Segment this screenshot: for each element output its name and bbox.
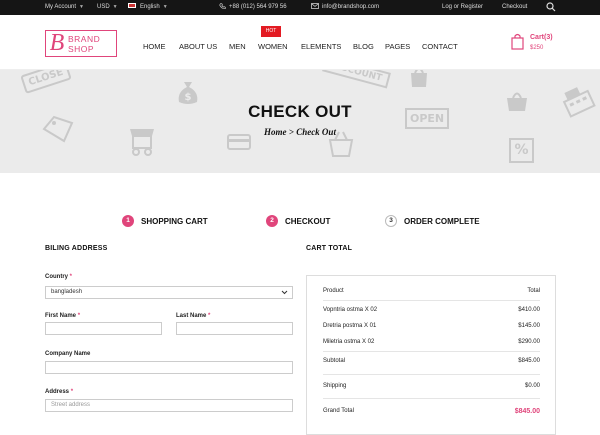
my-account-dropdown[interactable]: My Account ▼	[45, 0, 84, 15]
close-sign-icon: CLOSE	[20, 70, 72, 94]
divider	[323, 398, 540, 399]
divider	[323, 300, 540, 301]
chevron-down-icon	[281, 290, 288, 295]
cart-link[interactable]: Cart(3)	[530, 34, 553, 41]
grand-total-row: Grand Total $845.00	[323, 408, 540, 415]
subtotal-row: Subtotal $845.00	[323, 358, 540, 364]
brand-logo[interactable]: B BRAND SHOP	[45, 30, 117, 57]
nav-elements[interactable]: ELEMENTS	[301, 42, 341, 51]
breadcrumb: Home > Check Out	[264, 127, 336, 137]
flag-icon	[128, 2, 136, 8]
mail-icon	[311, 3, 319, 10]
nav-home[interactable]: HOME	[143, 42, 166, 51]
last-name-field[interactable]	[176, 322, 293, 335]
cart-item-row: Vopntria ostma X 02 $410.00	[323, 307, 540, 313]
shopping-bag-icon[interactable]	[511, 33, 524, 50]
nav-about-us[interactable]: ABOUT US	[179, 42, 217, 51]
company-field[interactable]	[45, 361, 293, 374]
shopping-bag-deco-icon	[411, 70, 427, 87]
checkout-link[interactable]: Checkout	[502, 0, 527, 15]
last-name-label: Last Name *	[176, 313, 211, 319]
nav-contact[interactable]: CONTACT	[422, 42, 458, 51]
country-label: Country *	[45, 274, 73, 280]
first-name-field[interactable]	[45, 322, 162, 335]
percent-sign-icon: %	[509, 138, 534, 163]
hot-badge: HOT	[261, 26, 281, 37]
shipping-row: Shipping $0.00	[323, 383, 540, 389]
address-label: Address *	[45, 389, 74, 395]
nav-men[interactable]: MEN	[229, 42, 246, 51]
breadcrumb-home[interactable]: Home	[264, 127, 287, 137]
currency-dropdown[interactable]: USD ▼	[97, 0, 118, 15]
country-select[interactable]: bangladesh	[45, 286, 293, 299]
email-info: info@brandshop.com	[311, 0, 379, 15]
cart-price: $250	[530, 45, 544, 51]
cart-item-row: Miletria ostma X 02 $290.00	[323, 339, 540, 345]
top-bar: My Account ▼ USD ▼ English ▼ +88 (012) 564 …	[0, 0, 600, 15]
main-header: B BRAND SHOP HOME ABOUT US MEN HOT WOMEN …	[0, 15, 600, 70]
step-shopping-cart[interactable]: 1 SHOPPING CART	[122, 215, 208, 227]
cart-item-row: Dretria postma X 01 $145.00	[323, 323, 540, 329]
cart-header-row: Product Total	[323, 288, 540, 294]
page-title: CHECK OUT	[248, 102, 352, 121]
phone-icon	[219, 3, 226, 9]
company-label: Company Name	[45, 351, 91, 357]
language-dropdown[interactable]: English ▼	[128, 0, 168, 15]
nav-women[interactable]: WOMEN	[258, 42, 288, 51]
cart-total-box: Product Total Vopntria ostma X 02 $410.00 …	[306, 275, 556, 435]
billing-title: BILING ADDRESS	[45, 245, 108, 252]
breadcrumb-current: Check Out	[296, 127, 336, 137]
divider	[323, 374, 540, 375]
phone-info: +88 (012) 564 979 56	[219, 0, 287, 15]
login-register-link[interactable]: Log or Register	[442, 0, 483, 15]
step-checkout[interactable]: 2 CHECKOUT	[266, 215, 330, 227]
nav-pages[interactable]: PAGES	[385, 42, 410, 51]
cart-total-title: CART TOTAL	[306, 245, 353, 252]
discount-sign-icon: DISCOUNT	[322, 70, 391, 89]
first-name-label: First Name *	[45, 313, 81, 319]
step-order-complete[interactable]: 3 ORDER COMPLETE	[385, 215, 480, 227]
address-field[interactable]: Street address	[45, 399, 293, 412]
divider	[323, 351, 540, 352]
nav-blog[interactable]: BLOG	[353, 42, 374, 51]
